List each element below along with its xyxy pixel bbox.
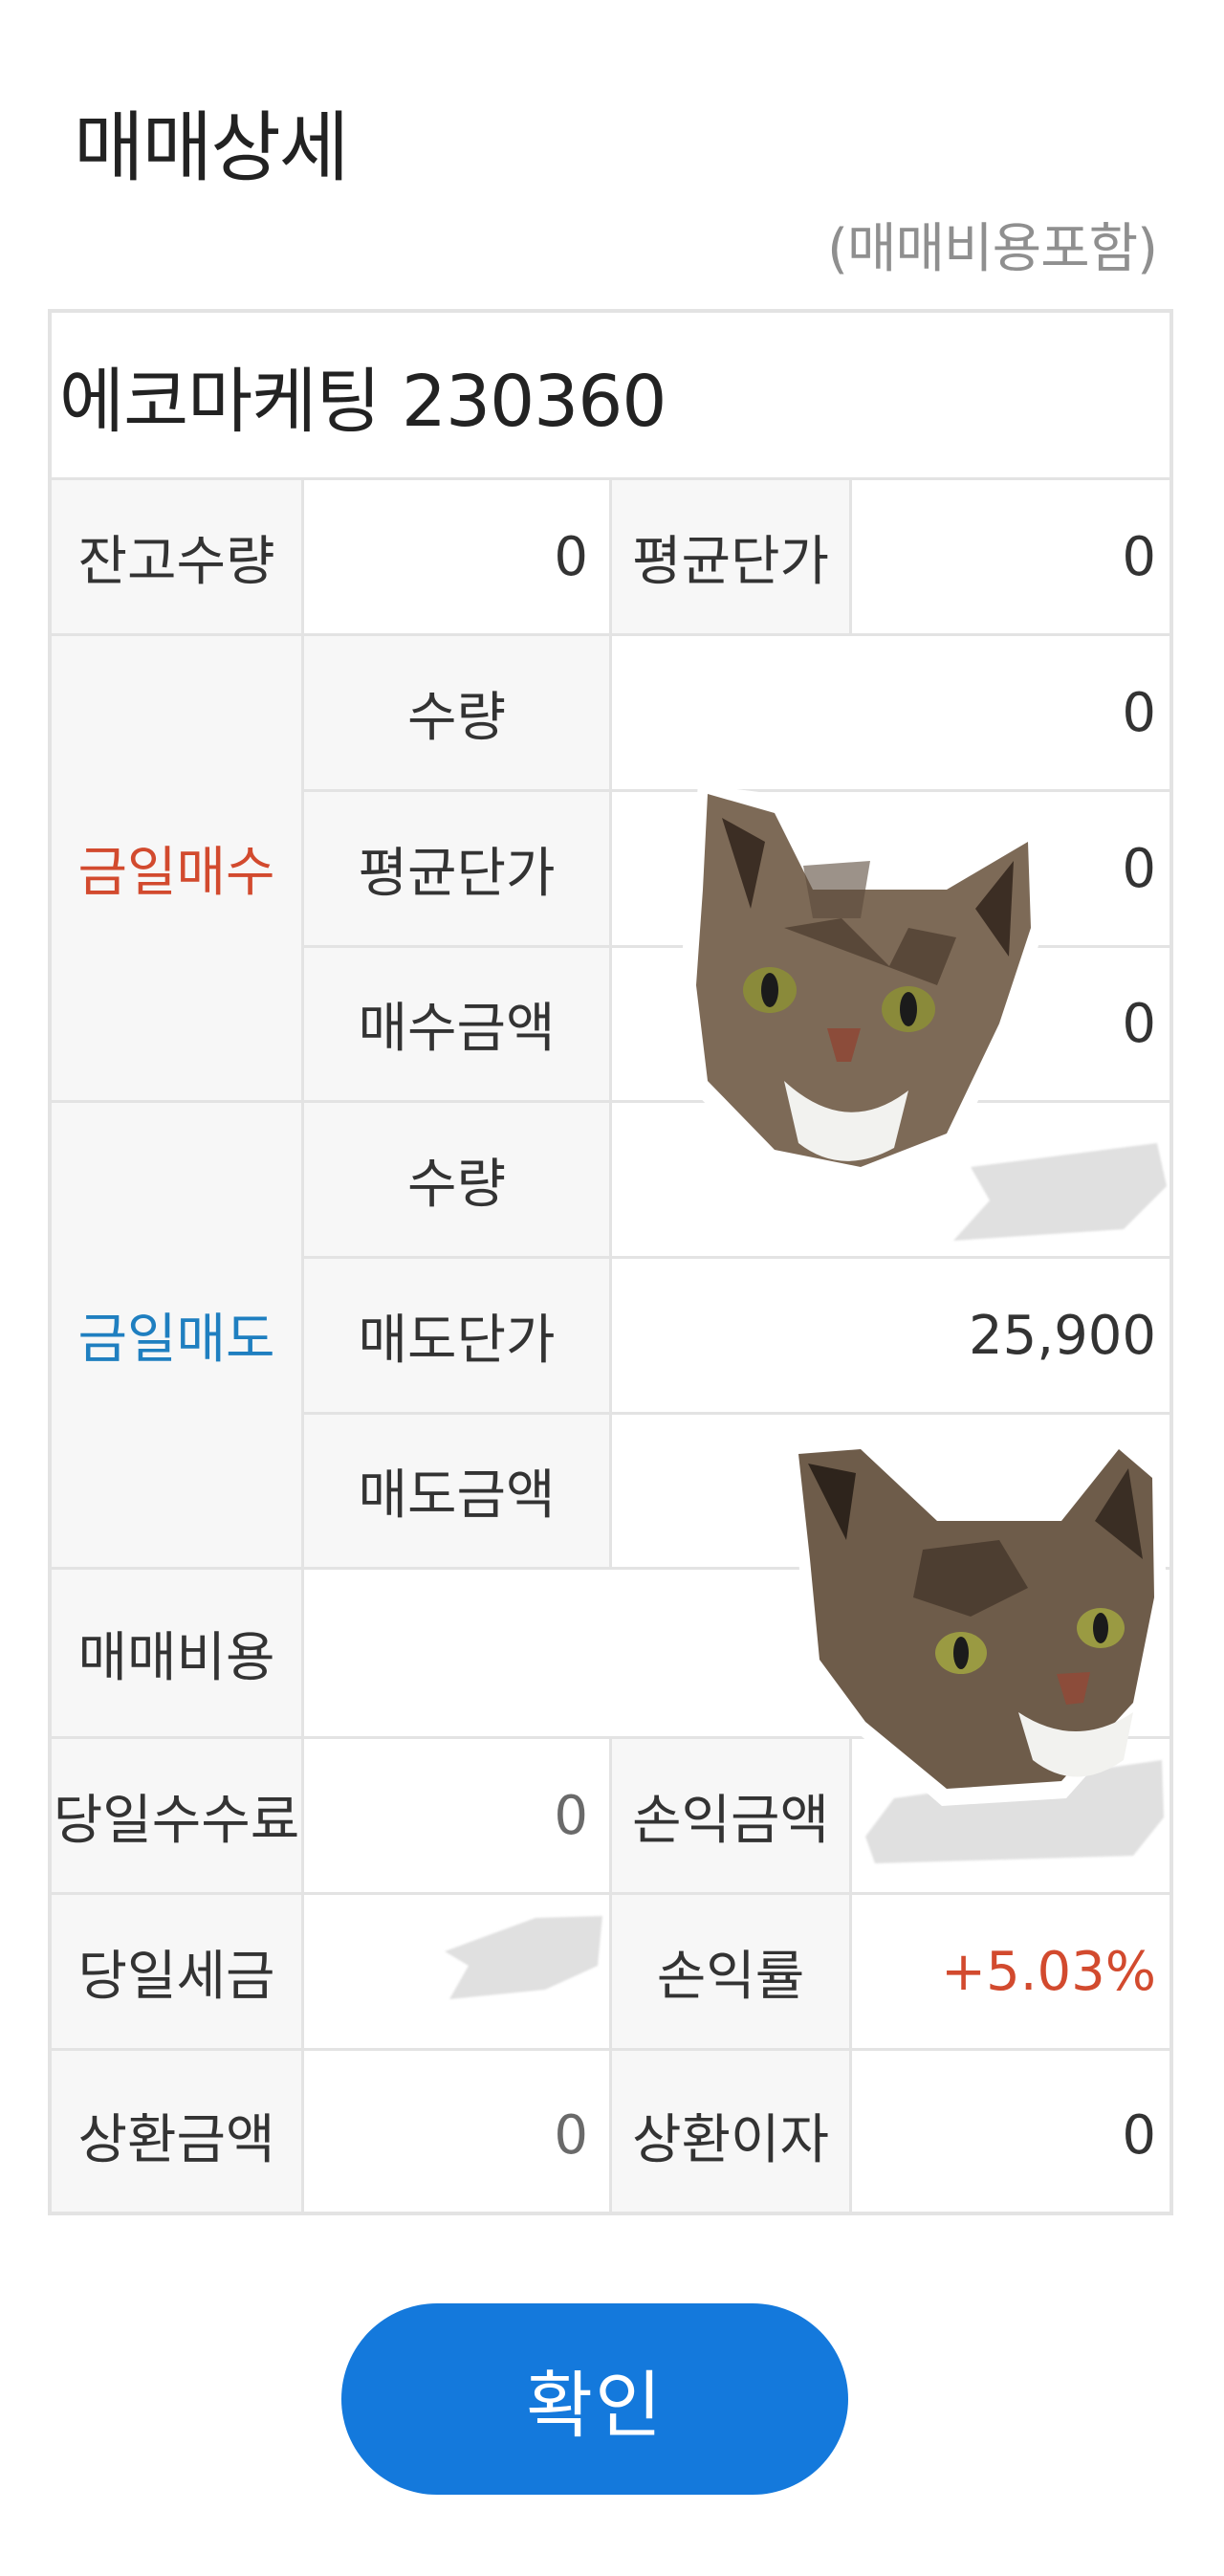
confirm-button[interactable]: 확인 xyxy=(341,2303,848,2495)
buy-qty-value: 0 xyxy=(612,636,1169,792)
repay-amount-label: 상환금액 xyxy=(52,2051,304,2212)
pl-rate-value: +5.03% xyxy=(852,1895,1169,2051)
pl-rate-label: 손익률 xyxy=(612,1895,852,2051)
redaction-smudge-tax xyxy=(445,1916,602,1999)
balance-qty-value: 0 xyxy=(304,480,612,636)
buy-qty-label: 수량 xyxy=(304,636,612,792)
fee-label: 당일수수료 xyxy=(52,1739,304,1895)
avg-price-value: 0 xyxy=(852,480,1169,636)
buy-avg-price-label: 평균단가 xyxy=(304,792,612,948)
trade-detail-dialog: 매매상세 (매매비용포함) 에코마케팅 230360 잔고수량 0 평균단가 0… xyxy=(0,0,1224,2576)
buy-amount-label: 매수금액 xyxy=(304,948,612,1103)
dialog-title: 매매상세 xyxy=(74,103,349,192)
cat-sticker-bottom xyxy=(789,1435,1167,1806)
repay-interest-label: 상환이자 xyxy=(612,2051,852,2212)
repay-interest-value: 0 xyxy=(852,2051,1169,2212)
sell-price-label: 매도단가 xyxy=(304,1259,612,1415)
stock-name: 에코마케팅 230360 xyxy=(52,313,1169,480)
cost-included-note: (매매비용포함) xyxy=(827,218,1158,280)
avg-price-label: 평균단가 xyxy=(612,480,852,636)
sell-amount-label: 매도금액 xyxy=(304,1415,612,1570)
trade-cost-label: 매매비용 xyxy=(52,1570,304,1739)
balance-qty-label: 잔고수량 xyxy=(52,480,304,636)
today-sell-label: 금일매도 xyxy=(52,1103,304,1570)
repay-amount-value: 0 xyxy=(304,2051,612,2212)
fee-value: 0 xyxy=(304,1739,612,1895)
sell-price-value: 25,900 xyxy=(612,1259,1169,1415)
cat-sticker-top xyxy=(679,784,1047,1186)
sell-qty-label: 수량 xyxy=(304,1103,612,1259)
today-buy-label: 금일매수 xyxy=(52,636,304,1103)
tax-label: 당일세금 xyxy=(52,1895,304,2051)
